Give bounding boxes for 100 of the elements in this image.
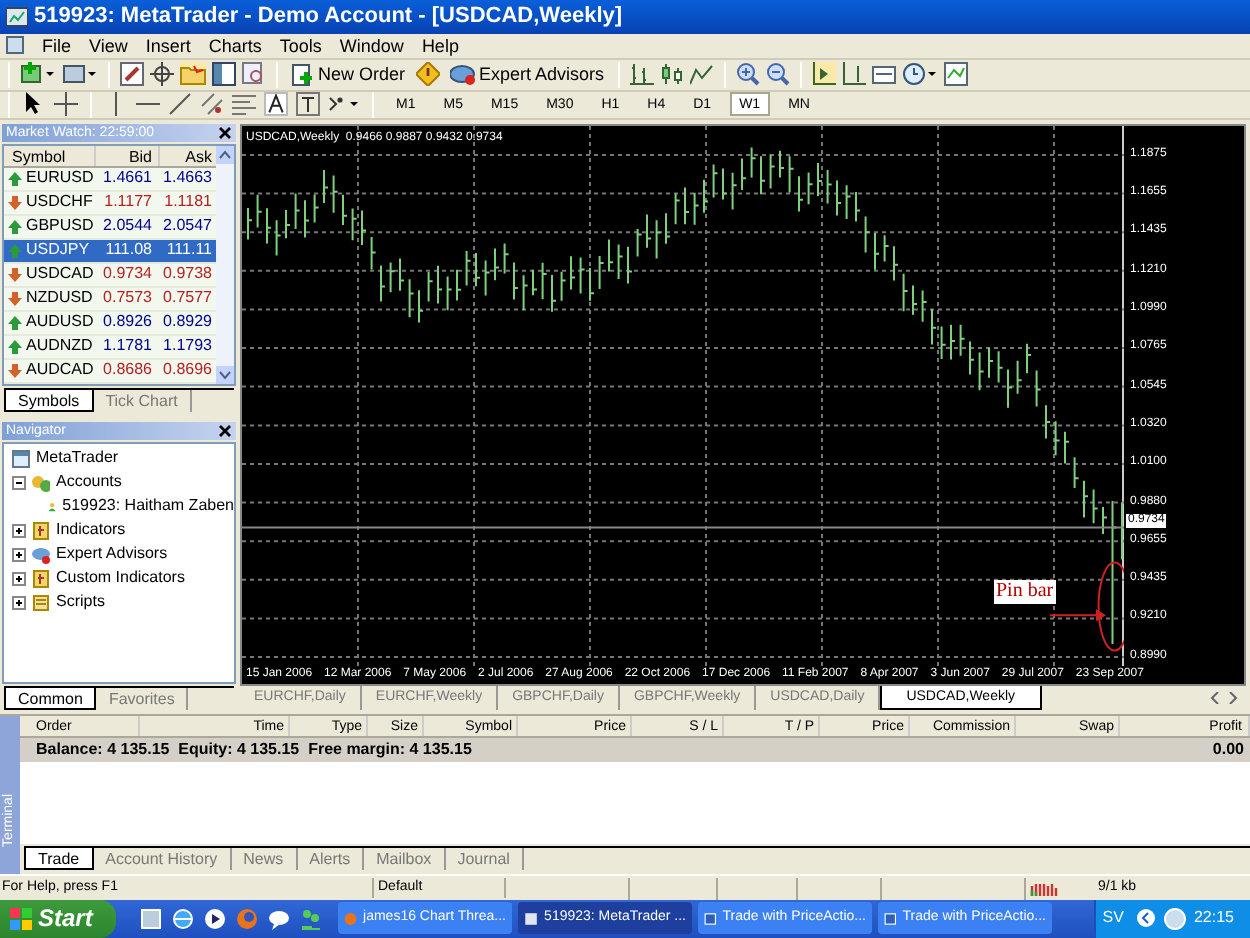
tab[interactable]: Alerts: [297, 848, 365, 871]
tab[interactable]: News: [231, 848, 298, 871]
close-icon[interactable]: [218, 125, 232, 140]
scroll-left-icon[interactable]: [1210, 691, 1220, 704]
tree-item[interactable]: Custom Indicators: [56, 566, 185, 591]
line-chart-icon[interactable]: [690, 62, 715, 87]
clock-icon[interactable]: [902, 62, 939, 87]
text-icon[interactable]: [264, 92, 288, 117]
app-icon[interactable]: [140, 907, 162, 930]
menu-item[interactable]: Help: [421, 33, 459, 58]
tree-item[interactable]: Accounts: [56, 470, 122, 495]
bid-cell-text: 111.08: [103, 238, 154, 263]
ask-cell-text: 1.1181: [162, 190, 214, 215]
close-icon[interactable]: [218, 423, 232, 438]
bid-cell-text: 0.8686: [101, 358, 154, 383]
tab[interactable]: Trade: [24, 848, 94, 871]
expand-icon[interactable]: [12, 595, 26, 610]
globe-icon[interactable]: [172, 907, 194, 930]
symbol-cell: AUDNZD: [26, 334, 93, 359]
symbol-cell: NZDUSD: [26, 286, 93, 311]
column-header[interactable]: Symbol: [4, 145, 94, 166]
quote-row[interactable]: AUDUSD 0.8926 0.8929: [4, 311, 216, 336]
tab[interactable]: Account History: [93, 848, 232, 871]
menu-item[interactable]: Tools: [279, 33, 322, 58]
start-button[interactable]: Start: [0, 899, 116, 938]
tab[interactable]: Mailbox: [364, 848, 446, 871]
ask-cell-text: 0.9738: [161, 262, 214, 287]
quote-row[interactable]: USDCHF 1.1177 1.1181: [4, 191, 216, 216]
clock: 22:15: [1193, 906, 1234, 931]
periods-icon[interactable]: [872, 62, 897, 87]
network-icon[interactable]: [1163, 907, 1186, 930]
quote-row[interactable]: USDJPY 111.08 111.11: [4, 239, 216, 264]
bar-chart-icon[interactable]: [630, 62, 655, 87]
candlestick-icon[interactable]: [660, 62, 685, 87]
quote-row[interactable]: EURUSD 1.4661 1.4663: [4, 167, 216, 192]
tab[interactable]: Common: [4, 688, 97, 711]
symbol-cell: EURUSD: [26, 166, 94, 191]
people-icon[interactable]: [300, 907, 322, 930]
scroll-right-icon[interactable]: [1228, 691, 1238, 704]
document-icon: [884, 907, 897, 930]
collapse-icon[interactable]: [12, 475, 26, 490]
menu-item[interactable]: Insert: [145, 33, 191, 58]
balance-text: Balance: 4 135.15 Equity: 4 135.15 Free margin: 4 135.15: [34, 738, 472, 763]
text-label-icon[interactable]: [296, 92, 320, 117]
new-order-button[interactable]: New Order: [288, 60, 410, 89]
templates-icon[interactable]: [944, 62, 969, 87]
channel-icon[interactable]: [200, 92, 224, 117]
zoom-in-icon[interactable]: [736, 62, 761, 87]
people-icon: [32, 473, 50, 492]
expand-icon[interactable]: [12, 547, 26, 562]
tab[interactable]: Journal: [445, 848, 524, 871]
expert-advisors-button[interactable]: Expert Advisors: [445, 60, 609, 89]
crosshair-icon[interactable]: [54, 92, 78, 117]
scroll-down-icon[interactable]: [216, 365, 234, 384]
bid-cell-text: 0.9734: [101, 262, 154, 287]
app-icon: [6, 5, 28, 28]
menu-item[interactable]: View: [89, 33, 128, 58]
chat-icon[interactable]: [268, 907, 290, 930]
tree-item[interactable]: 519923: Haitham Zaben: [62, 494, 234, 519]
tree-item[interactable]: Scripts: [56, 590, 105, 615]
profiles-icon[interactable]: [62, 62, 98, 87]
crosshair-icon[interactable]: [150, 62, 174, 87]
folder-icon[interactable]: [180, 62, 206, 87]
column-header[interactable]: Bid: [94, 145, 158, 166]
new-chart-icon[interactable]: [20, 62, 56, 87]
user-icon: [48, 497, 57, 516]
scroll-up-icon[interactable]: [216, 145, 234, 164]
profit-value: 0.00: [1212, 738, 1244, 763]
menu-item[interactable]: File: [42, 33, 72, 58]
expand-icon[interactable]: [12, 523, 26, 538]
ask-cell-text: 0.7577: [161, 286, 214, 311]
window-icon[interactable]: [212, 62, 236, 87]
menu-item[interactable]: Window: [339, 33, 404, 58]
menu-item[interactable]: Charts: [208, 33, 262, 58]
tree-item[interactable]: MetaTrader: [36, 446, 119, 471]
tab[interactable]: Tick Chart: [93, 389, 192, 412]
quote-row[interactable]: NZDUSD 0.7573 0.7577: [4, 287, 216, 312]
ask-cell-text: 0.8929: [161, 310, 214, 335]
terminal-icon: [12, 449, 30, 468]
diamond-icon[interactable]: [415, 62, 440, 87]
chart-shift-icon[interactable]: [842, 62, 867, 87]
quote-row[interactable]: AUDNZD 1.1781 1.1793: [4, 335, 216, 360]
tab[interactable]: Symbols: [4, 389, 94, 412]
bid-cell-text: 1.1781: [101, 334, 154, 359]
trend-line-icon[interactable]: [168, 92, 192, 117]
tree-item[interactable]: Indicators: [56, 518, 126, 543]
quote-row[interactable]: USDCAD 0.9734 0.9738: [4, 263, 216, 288]
price-chart[interactable]: [240, 123, 1246, 686]
play-icon[interactable]: [204, 907, 226, 930]
tree-item[interactable]: Expert Advisors: [56, 542, 168, 567]
zoom-out-icon[interactable]: [766, 62, 791, 87]
auto-scroll-icon[interactable]: [812, 62, 837, 87]
quote-row[interactable]: AUDCAD 0.8686 0.8696: [4, 359, 216, 384]
scrollbar[interactable]: [216, 145, 234, 384]
ask-cell-text: 111.11: [164, 238, 214, 263]
expand-icon[interactable]: [12, 571, 26, 586]
expand-tray-icon[interactable]: [1135, 908, 1156, 929]
quote-row[interactable]: GBPUSD 2.0544 2.0547: [4, 215, 216, 240]
document-icon: [6, 36, 24, 55]
tab[interactable]: Favorites: [96, 688, 189, 711]
